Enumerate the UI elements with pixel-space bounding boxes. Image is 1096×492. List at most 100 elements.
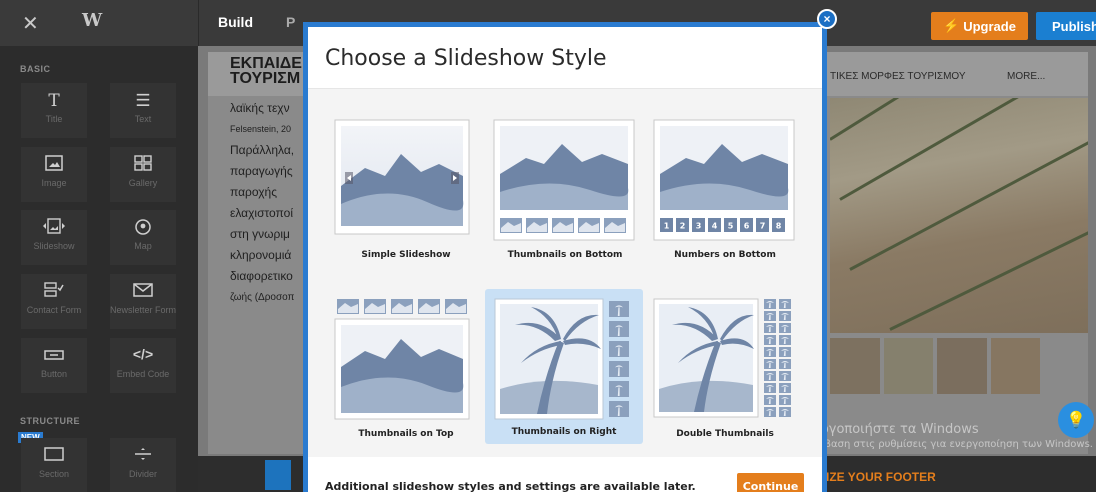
style-label: Thumbnails on Top: [358, 429, 454, 439]
style-label: Numbers on Bottom: [674, 250, 776, 260]
style-option-numbers-bottom[interactable]: 1 2 3 4 5 6 7 8 Numbers on Bottom: [646, 114, 804, 269]
element-text[interactable]: ☰ Text: [110, 83, 176, 138]
contact-form-icon: [21, 282, 87, 302]
element-label: Slideshow: [33, 241, 75, 251]
image-icon: [21, 155, 87, 175]
text-icon: ☰: [135, 91, 151, 110]
number-label: 6: [744, 222, 750, 231]
tab-pages[interactable]: P: [286, 14, 295, 30]
lightning-icon: ⚡: [943, 18, 960, 33]
element-label: Newsletter Form: [110, 305, 177, 315]
number-label: 3: [696, 222, 702, 231]
text-line: ελαχιστοποί: [230, 206, 293, 220]
element-title[interactable]: T Title: [21, 83, 87, 138]
number-label: 7: [760, 222, 766, 231]
thumbnail[interactable]: [883, 338, 933, 394]
slideshow-icon: [21, 218, 87, 238]
upgrade-button[interactable]: ⚡ Upgrade: [931, 12, 1028, 40]
thumbnails-bottom-preview-icon: [493, 119, 635, 241]
text-line: κληρονομιά: [230, 248, 292, 262]
element-gallery[interactable]: Gallery: [110, 147, 176, 202]
site-photo-thumbnails: [830, 338, 1040, 394]
thumbnail[interactable]: [990, 338, 1040, 394]
site-nav-more[interactable]: MORE...: [1007, 71, 1045, 82]
thumbnails-right-preview-icon: [494, 298, 629, 420]
section-label-structure: STRUCTURE: [20, 416, 80, 426]
element-image[interactable]: Image: [21, 147, 87, 202]
title-icon: T: [48, 91, 60, 111]
envelope-icon: [110, 282, 176, 302]
text-line: Felsenstein, 20: [230, 124, 292, 134]
element-label: Divider: [128, 469, 157, 479]
customize-footer-link[interactable]: MIZE YOUR FOOTER: [816, 470, 936, 484]
tab-build[interactable]: Build: [218, 14, 253, 30]
element-label: Title: [45, 114, 63, 124]
section-label-basic: BASIC: [20, 64, 51, 74]
button-icon: [21, 346, 87, 366]
publish-label: Publish: [1052, 18, 1096, 34]
style-label: Double Thumbnails: [676, 429, 774, 439]
footer-button[interactable]: [265, 460, 291, 490]
simple-slideshow-preview-icon: [334, 119, 470, 235]
element-section[interactable]: Section: [21, 438, 87, 492]
element-label: Embed Code: [116, 369, 170, 379]
text-line: παραγωγής: [230, 164, 293, 178]
element-button[interactable]: Button: [21, 338, 87, 393]
thumbnails-top-preview-icon: [334, 299, 470, 420]
close-dialog-icon[interactable]: ×: [817, 9, 837, 29]
site-nav-item[interactable]: ΤΙΚΕΣ ΜΟΡΦΕΣ ΤΟΥΡΙΣΜΟΥ: [830, 71, 966, 82]
double-thumbnails-preview-icon: [653, 298, 791, 418]
number-label: 4: [712, 222, 718, 231]
element-newsletter-form[interactable]: Newsletter Form: [110, 274, 176, 329]
map-pin-icon: [110, 218, 176, 238]
numbers-bottom-preview-icon: 1 2 3 4 5 6 7 8: [653, 119, 795, 241]
publish-button[interactable]: Publish: [1036, 12, 1096, 40]
number-label: 2: [680, 222, 686, 231]
gallery-icon: [110, 155, 176, 175]
text-line: λαϊκής τεχν: [230, 101, 290, 115]
element-label: Text: [134, 114, 152, 124]
thumbnail[interactable]: [937, 338, 987, 394]
footer-note: Additional slideshow styles and settings…: [325, 480, 696, 492]
text-line: ζωής (Δροσοπ: [230, 292, 295, 303]
element-label: Section: [38, 469, 70, 479]
element-slideshow[interactable]: Slideshow: [21, 210, 87, 265]
slideshow-style-dialog: Choose a Slideshow Style Simple Slidesho…: [308, 27, 822, 492]
help-bulb-icon[interactable]: 💡: [1058, 402, 1094, 438]
element-divider[interactable]: Divider: [110, 438, 176, 492]
weebly-logo-icon[interactable]: W: [82, 10, 102, 31]
text-line: στη γνωριμ: [230, 227, 290, 241]
upgrade-label: Upgrade: [963, 18, 1016, 34]
continue-button[interactable]: Continue: [737, 473, 804, 492]
element-label: Map: [134, 241, 152, 251]
element-label: Contact Form: [26, 305, 82, 315]
style-option-thumbnails-top[interactable]: Thumbnails on Top: [327, 291, 485, 446]
number-label: 1: [664, 222, 670, 231]
style-label: Thumbnails on Right: [511, 427, 617, 437]
dialog-footer: Additional slideshow styles and settings…: [308, 459, 822, 492]
divider: [198, 0, 199, 46]
element-embed-code[interactable]: </> Embed Code: [110, 338, 176, 393]
code-icon: </>: [132, 346, 154, 362]
thumbnail[interactable]: [830, 338, 880, 394]
site-body-text[interactable]: λαϊκής τεχν Felsenstein, 20 Παράλληλα, π…: [230, 98, 306, 308]
style-option-double-thumbnails[interactable]: Double Thumbnails: [646, 291, 804, 446]
style-option-simple-slideshow[interactable]: Simple Slideshow: [327, 114, 485, 269]
number-label: 5: [728, 222, 734, 231]
style-option-thumbnails-right[interactable]: Thumbnails on Right: [485, 289, 643, 444]
site-photo[interactable]: [830, 98, 1088, 333]
number-label: 8: [776, 222, 782, 231]
style-option-thumbnails-bottom[interactable]: Thumbnails on Bottom: [486, 114, 644, 269]
text-line: διαφορετικο: [230, 269, 293, 283]
text-line: Παράλληλα,: [230, 143, 295, 157]
element-contact-form[interactable]: Contact Form: [21, 274, 87, 329]
element-label: Gallery: [128, 178, 158, 188]
divider-icon: [110, 446, 176, 466]
element-map[interactable]: Map: [110, 210, 176, 265]
close-icon[interactable]: ✕: [22, 11, 39, 36]
dialog-title: Choose a Slideshow Style: [325, 46, 607, 71]
elements-sidebar: BASIC T Title ☰ Text Image Gallery Slide…: [0, 46, 198, 492]
watermark-title: Ενεργοποιήστε τα Windows: [798, 422, 979, 437]
dialog-body: Simple Slideshow Thumbnails on Bottom 1 …: [308, 89, 822, 457]
text-line: παροχής: [230, 185, 277, 199]
